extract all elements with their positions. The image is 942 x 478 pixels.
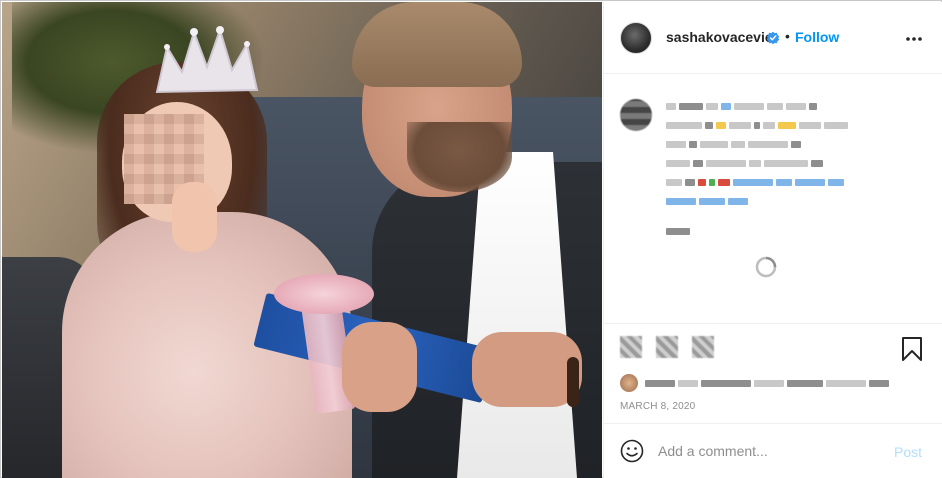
author-avatar[interactable] [620, 22, 652, 54]
obscured-caption-line [666, 158, 823, 168]
photo-man-hair [352, 2, 522, 87]
obscured-action-icons [620, 336, 714, 358]
post-photo[interactable] [2, 2, 602, 478]
post-side-panel: sashakovacevic • Follow MARCH 8, 2020 Ad… [603, 2, 942, 478]
obscured-caption-line [666, 139, 801, 149]
like-icon[interactable] [620, 336, 642, 358]
photo-man-hand-right [472, 332, 582, 407]
obscured-likes-line [620, 374, 889, 392]
header-separator: • [785, 28, 790, 44]
photo-gift-bow [274, 274, 374, 314]
obscured-caption-line [666, 177, 844, 187]
obscured-caption-line [666, 101, 817, 111]
post-comment-button[interactable]: Post [894, 444, 922, 460]
share-icon[interactable] [692, 336, 714, 358]
obscured-caption-line [666, 120, 848, 130]
tiara-icon [155, 26, 259, 94]
photo-man-hand-left [342, 322, 417, 412]
comment-input[interactable] [658, 441, 878, 461]
comment-icon[interactable] [656, 336, 678, 358]
liker-avatar[interactable] [620, 374, 638, 392]
post-header: sashakovacevic • Follow [604, 2, 942, 74]
photo-man-beard [407, 122, 512, 192]
obscured-timestamp [666, 226, 690, 236]
author-username[interactable]: sashakovacevic [666, 29, 773, 45]
verified-badge-icon [766, 31, 780, 45]
emoji-icon[interactable] [620, 439, 644, 463]
bookmark-icon[interactable] [900, 336, 924, 362]
load-more-icon[interactable] [754, 255, 778, 279]
caption-avatar-blurred[interactable] [620, 99, 652, 131]
follow-button[interactable]: Follow [795, 29, 839, 45]
photo-girl-hand [172, 182, 217, 252]
add-comment-bar: Post [604, 423, 942, 478]
post-date[interactable]: MARCH 8, 2020 [620, 401, 695, 412]
post-dialog: sashakovacevic • Follow MARCH 8, 2020 Ad… [0, 0, 942, 478]
obscured-caption-line [666, 196, 748, 206]
post-actions: MARCH 8, 2020 [604, 323, 942, 423]
photo-bracelet [567, 357, 579, 407]
comments-section [604, 75, 942, 323]
more-options-icon[interactable] [904, 29, 924, 49]
